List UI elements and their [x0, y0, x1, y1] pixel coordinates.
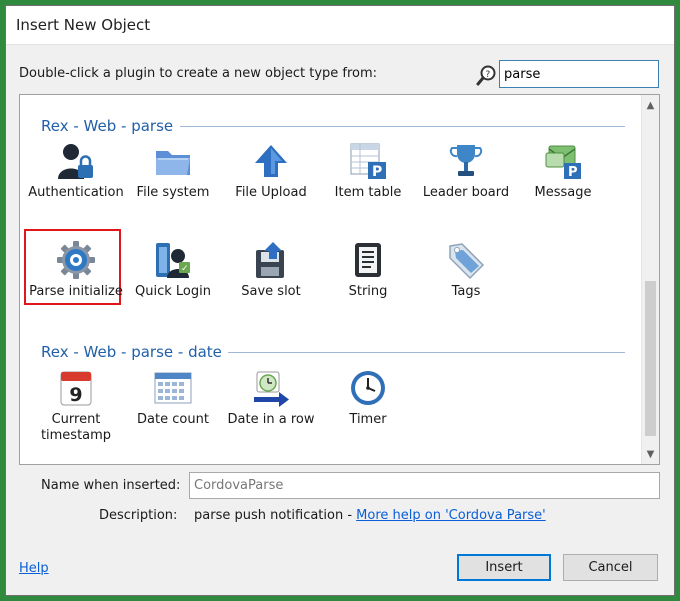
- upload-arrow-icon: [251, 141, 291, 181]
- plugin-file-upload[interactable]: File Upload: [222, 141, 320, 201]
- save-slot-icon: [251, 240, 291, 280]
- more-help-link[interactable]: More help on 'Cordova Parse': [356, 508, 546, 523]
- window-title: Insert New Object: [16, 16, 150, 34]
- svg-text:✓: ✓: [181, 264, 189, 274]
- plugin-string[interactable]: String: [319, 240, 417, 300]
- table-p-icon: P: [348, 141, 388, 181]
- plugin-label: Tags: [417, 284, 515, 300]
- plugin-message[interactable]: P Message: [514, 141, 612, 201]
- search-icon: ?: [476, 64, 498, 86]
- group-header-parse: Rex - Web - parse: [41, 117, 173, 135]
- plugin-timer[interactable]: Timer: [319, 368, 417, 428]
- instruction-text: Double-click a plugin to create a new ob…: [19, 66, 377, 81]
- plugin-save-slot[interactable]: Save slot: [222, 240, 320, 300]
- plugin-label: File system: [124, 185, 222, 201]
- gear-icon: [56, 240, 96, 280]
- calendar-icon: 9: [56, 368, 96, 408]
- plugin-label: Quick Login: [124, 284, 222, 300]
- scroll-up-icon[interactable]: ▲: [642, 97, 659, 114]
- calendar-day: 9: [69, 384, 82, 406]
- clock-arrow-icon: [251, 368, 291, 408]
- vertical-scrollbar[interactable]: ▲ ▼: [641, 95, 659, 464]
- name-when-inserted-input[interactable]: [189, 472, 660, 499]
- plugin-label: Current timestamp: [27, 412, 125, 444]
- plugin-leader-board[interactable]: Leader board: [417, 141, 515, 201]
- folder-icon: [153, 141, 193, 181]
- description-text: parse push notification - More help on '…: [194, 508, 546, 523]
- plugin-current-timestamp[interactable]: 9 Current timestamp: [27, 368, 125, 444]
- search-input[interactable]: [499, 60, 659, 88]
- quick-login-icon: ✓: [153, 240, 193, 280]
- plugin-parse-initialize[interactable]: Parse initialize: [27, 240, 125, 300]
- plugin-label: File Upload: [222, 185, 320, 201]
- plugin-label: Item table: [319, 185, 417, 201]
- plugin-label: Date in a row: [222, 412, 320, 428]
- description-body: parse push notification -: [194, 508, 356, 523]
- trophy-icon: [446, 141, 486, 181]
- calendar-grid-icon: [153, 368, 193, 408]
- group-divider: [180, 126, 625, 127]
- svg-text:P: P: [372, 164, 382, 180]
- plugin-label: Message: [514, 185, 612, 201]
- cancel-button[interactable]: Cancel: [563, 554, 658, 581]
- plugin-label: String: [319, 284, 417, 300]
- help-link[interactable]: Help: [19, 561, 49, 576]
- insert-button[interactable]: Insert: [457, 554, 551, 581]
- group-header-parse-date: Rex - Web - parse - date: [41, 343, 222, 361]
- message-icon: P: [543, 141, 583, 181]
- plugin-tags[interactable]: Tags: [417, 240, 515, 300]
- clock-icon: [348, 368, 388, 408]
- insert-object-dialog: Insert New Object Double-click a plugin …: [5, 5, 675, 596]
- svg-text:P: P: [568, 165, 578, 180]
- name-when-inserted-label: Name when inserted:: [41, 478, 180, 493]
- plugin-label: Parse initialize: [27, 284, 125, 300]
- plugin-quick-login[interactable]: ✓ Quick Login: [124, 240, 222, 300]
- string-icon: [348, 240, 388, 280]
- group-divider: [228, 352, 625, 353]
- user-lock-icon: [56, 141, 96, 181]
- plugin-date-count[interactable]: Date count: [124, 368, 222, 428]
- description-label: Description:: [99, 508, 177, 523]
- scroll-down-icon[interactable]: ▼: [642, 446, 659, 463]
- scroll-thumb[interactable]: [645, 281, 656, 436]
- plugin-label: Leader board: [417, 185, 515, 201]
- plugin-list[interactable]: Rex - Web - parse Authentication File sy…: [19, 94, 660, 465]
- plugin-label: Timer: [319, 412, 417, 428]
- plugin-authentication[interactable]: Authentication: [27, 141, 125, 201]
- plugin-file-system[interactable]: File system: [124, 141, 222, 201]
- plugin-label: Date count: [124, 412, 222, 428]
- plugin-label: Save slot: [222, 284, 320, 300]
- svg-text:?: ?: [486, 70, 491, 80]
- title-bar: Insert New Object: [6, 6, 674, 45]
- plugin-label: Authentication: [27, 185, 125, 201]
- plugin-date-in-a-row[interactable]: Date in a row: [222, 368, 320, 428]
- tag-icon: [446, 240, 486, 280]
- plugin-item-table[interactable]: P Item table: [319, 141, 417, 201]
